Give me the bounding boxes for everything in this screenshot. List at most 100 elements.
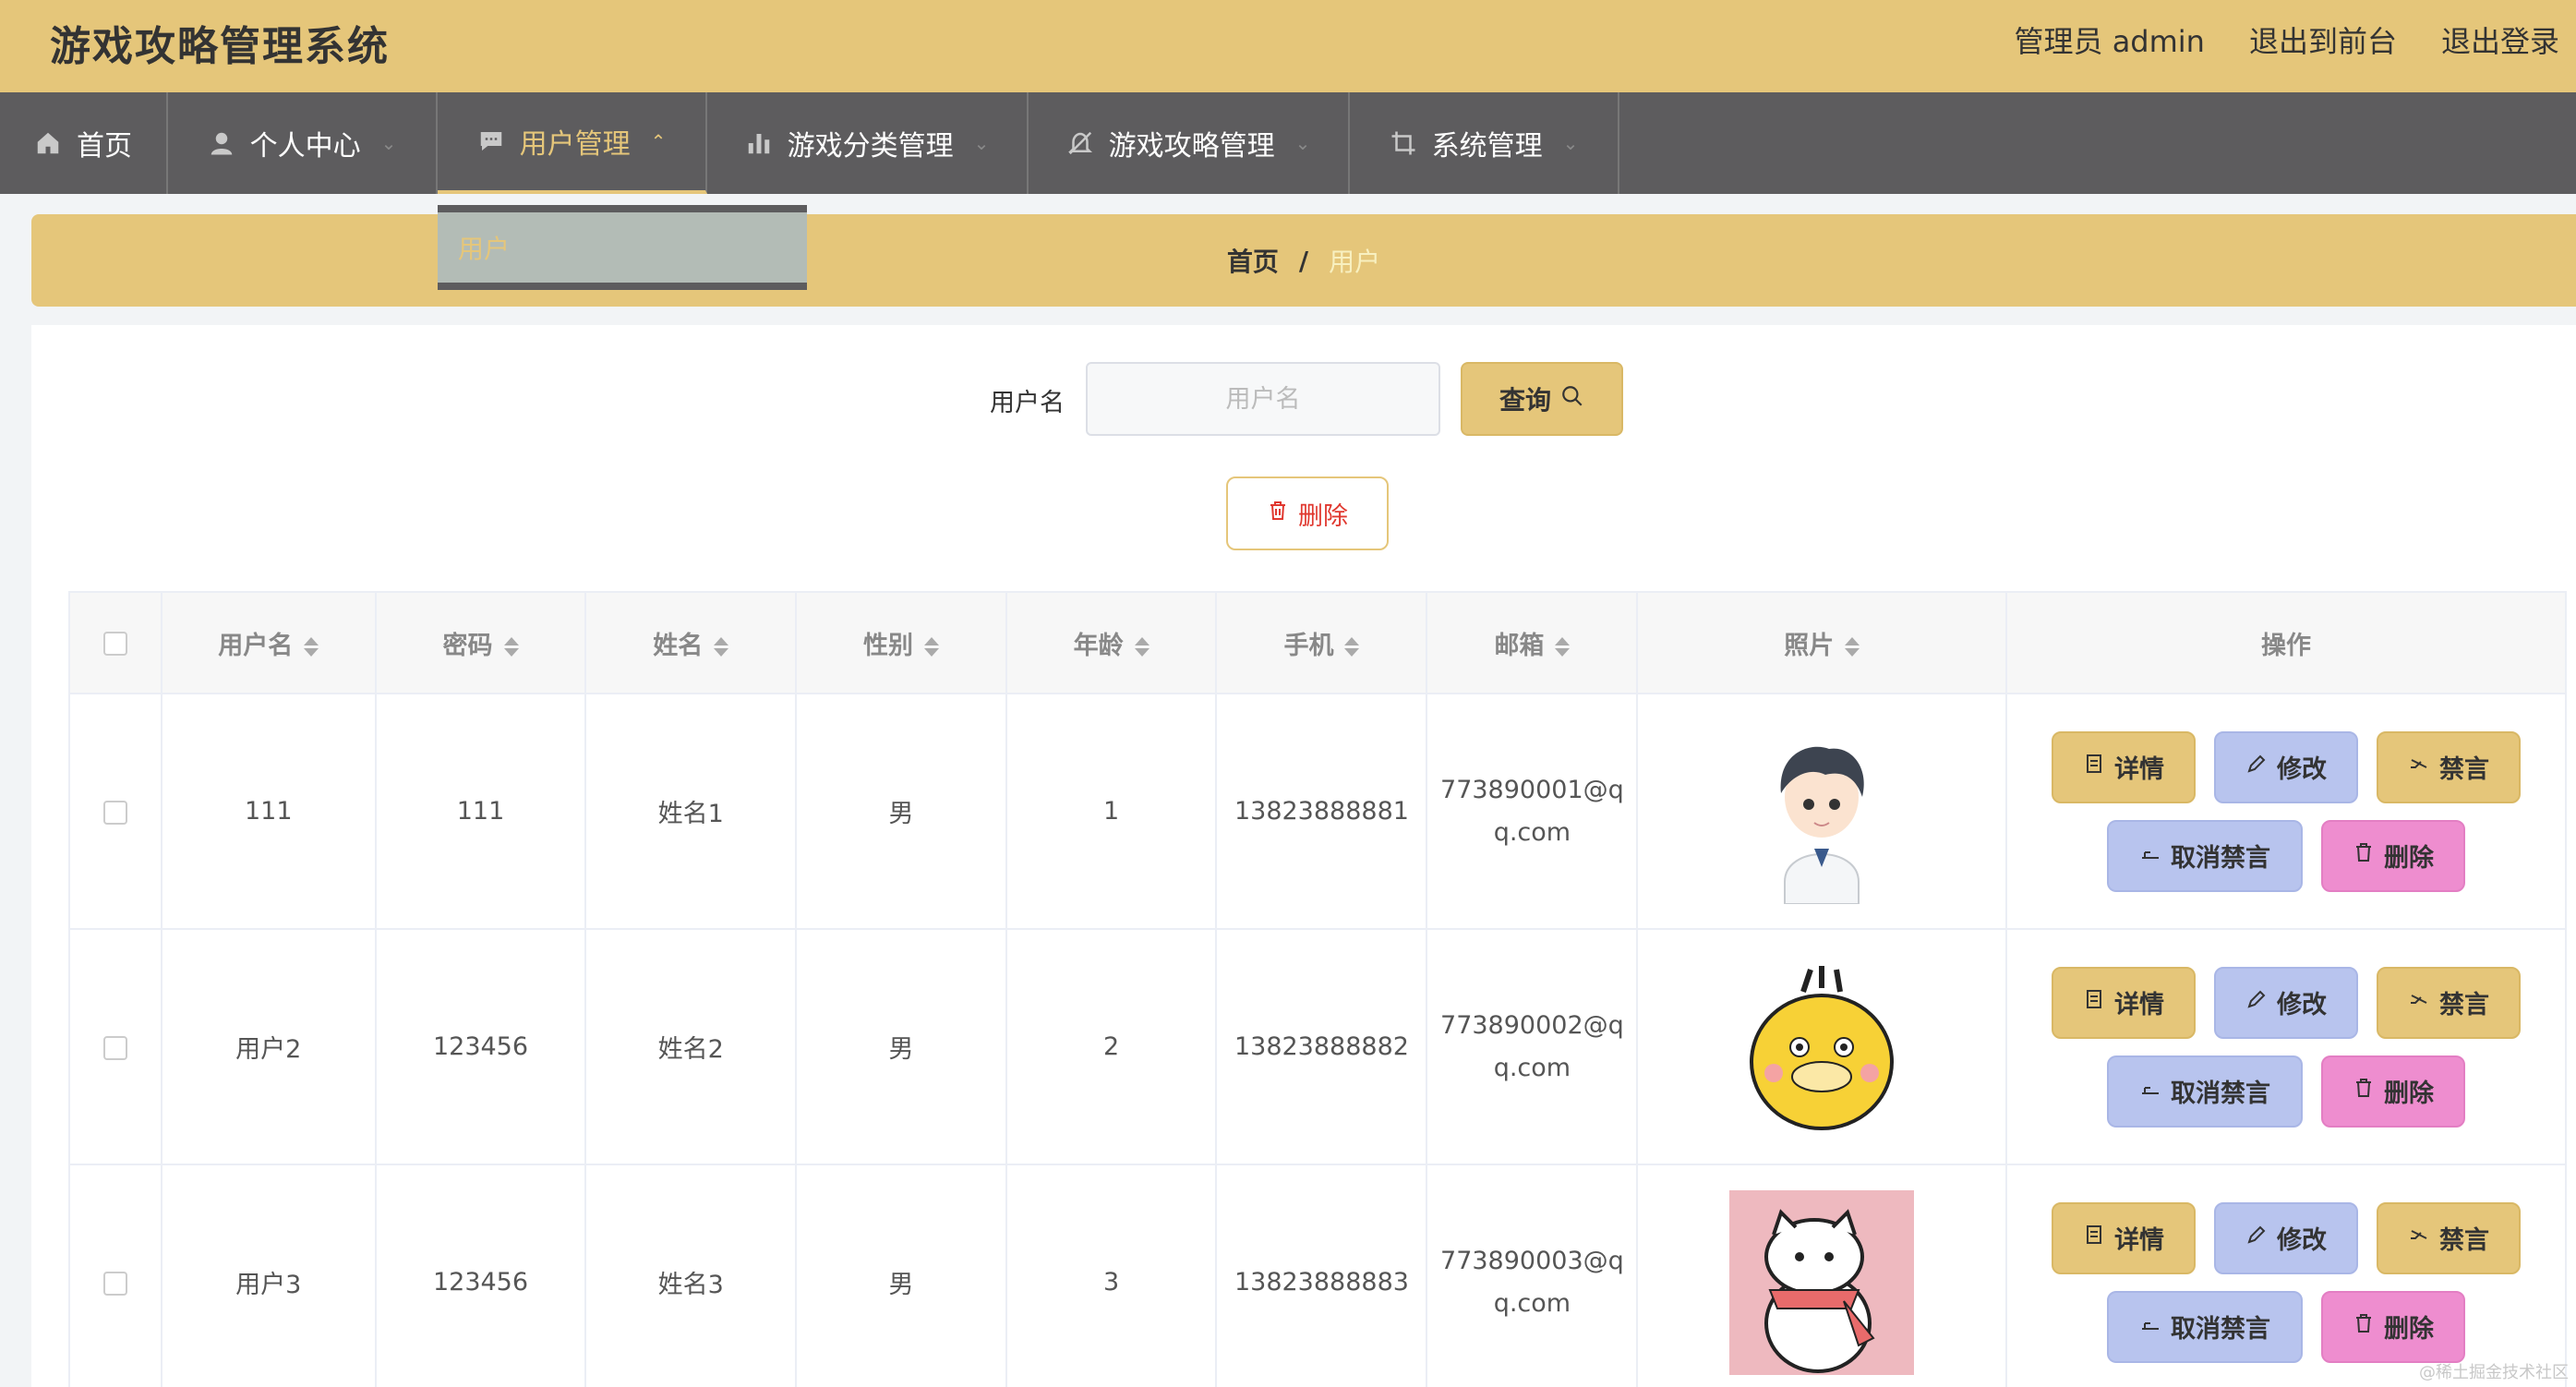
batch-delete-button[interactable]: 删除 xyxy=(1226,476,1389,550)
chevron-down-icon: ⌄ xyxy=(1562,132,1579,154)
dropdown-item-users[interactable]: 用户 xyxy=(438,212,807,283)
search-label: 用户名 xyxy=(990,389,1065,417)
chevron-down-icon: ⌄ xyxy=(380,132,397,154)
main-nav: 首页 个人中心 ⌄ 用户管理 ⌃ 游戏分类管理 ⌄ 游戏攻略管理 ⌄ 系统管理 … xyxy=(0,92,2576,194)
cell-email: 773890003@qq.com xyxy=(1426,1164,1639,1387)
column-header-age[interactable]: 年龄 xyxy=(1005,591,1218,694)
sort-icon[interactable] xyxy=(1134,634,1150,659)
cell-actions: 详情 修改 禁言 取消禁言 删除 xyxy=(2005,693,2567,930)
cell-actions: 详情 修改 禁言 取消禁言 删除 xyxy=(2005,1164,2567,1387)
cell-phone: 13823888883 xyxy=(1215,1164,1428,1387)
cell-actions: 详情 修改 禁言 取消禁言 删除 xyxy=(2005,928,2567,1165)
chevron-down-icon: ⌄ xyxy=(973,132,990,154)
column-header-name[interactable]: 姓名 xyxy=(584,591,798,694)
delete-button[interactable]: 删除 xyxy=(2321,1290,2466,1363)
sort-icon[interactable] xyxy=(1555,634,1571,659)
sort-icon[interactable] xyxy=(923,634,939,659)
ban-button[interactable]: 禁言 xyxy=(2377,730,2522,803)
cell-phone: 13823888881 xyxy=(1215,693,1428,930)
cell-gender: 男 xyxy=(795,1164,1007,1387)
watermark: @稀土掘金技术社区 xyxy=(2419,1363,2569,1382)
batch-delete-label: 删除 xyxy=(1298,501,1348,531)
sort-icon[interactable] xyxy=(714,634,729,659)
trash-icon xyxy=(2353,1077,2375,1105)
cell-gender: 男 xyxy=(795,693,1007,930)
edit-button[interactable]: 修改 xyxy=(2214,1201,2359,1274)
row-checkbox[interactable] xyxy=(102,1035,127,1060)
cell-password: 111 xyxy=(374,693,587,930)
cell-phone: 13823888882 xyxy=(1215,928,1428,1165)
column-header-email[interactable]: 邮箱 xyxy=(1426,591,1639,694)
ban-button[interactable]: 禁言 xyxy=(2377,966,2522,1039)
delete-button[interactable]: 删除 xyxy=(2321,819,2466,892)
nav-label-game-category: 游戏分类管理 xyxy=(787,130,954,163)
breadcrumb-current: 用户 xyxy=(1329,247,1381,277)
user-management-dropdown: 用户 xyxy=(438,205,807,290)
home-icon xyxy=(34,129,62,157)
cell-name: 姓名1 xyxy=(584,693,798,930)
sort-icon[interactable] xyxy=(304,634,319,659)
cell-photo xyxy=(1636,1164,2008,1387)
edit-button[interactable]: 修改 xyxy=(2214,730,2359,803)
search-icon xyxy=(1560,384,1584,415)
logout-link[interactable]: 退出登录 xyxy=(2441,18,2559,61)
column-header-actions: 操作 xyxy=(2005,591,2567,694)
nav-label-profile: 个人中心 xyxy=(249,130,361,163)
pencil-icon xyxy=(2245,988,2268,1017)
column-header-password[interactable]: 密码 xyxy=(374,591,587,694)
column-header-photo[interactable]: 照片 xyxy=(1636,591,2008,694)
search-row: 用户名 查询 xyxy=(31,325,2576,436)
nav-item-home[interactable]: 首页 xyxy=(0,92,168,194)
back-to-front-link[interactable]: 退出到前台 xyxy=(2249,18,2397,61)
detail-button[interactable]: 详情 xyxy=(2052,730,2197,803)
admin-label: 管理员 admin xyxy=(2014,24,2205,59)
table-row: 用户2 123456 姓名2 男 2 13823888882 773890002… xyxy=(68,928,2567,1165)
nav-label-system: 系统管理 xyxy=(1431,130,1543,163)
detail-button[interactable]: 详情 xyxy=(2052,1201,2197,1274)
sort-icon[interactable] xyxy=(1845,634,1860,659)
cat-avatar-image xyxy=(1729,1189,1915,1375)
cell-photo xyxy=(1636,693,2008,930)
mute-icon xyxy=(2408,988,2430,1017)
cell-password: 123456 xyxy=(374,1164,587,1387)
ban-button[interactable]: 禁言 xyxy=(2377,1201,2522,1274)
mute-icon xyxy=(2408,1224,2430,1252)
trash-icon xyxy=(2353,841,2375,870)
nav-item-user-management[interactable]: 用户管理 ⌃ xyxy=(438,92,707,194)
breadcrumb-home[interactable]: 首页 xyxy=(1227,242,1279,279)
detail-button[interactable]: 详情 xyxy=(2052,966,2197,1039)
trash-icon xyxy=(2353,1312,2375,1341)
cell-email: 773890001@qq.com xyxy=(1426,693,1639,930)
unban-button[interactable]: 取消禁言 xyxy=(2107,1290,2304,1363)
document-icon xyxy=(2083,988,2105,1017)
chevron-up-icon: ⌃ xyxy=(650,130,667,152)
column-header-phone[interactable]: 手机 xyxy=(1215,591,1428,694)
app-title: 游戏攻略管理系统 xyxy=(50,23,390,70)
edit-button[interactable]: 修改 xyxy=(2214,966,2359,1039)
unban-button[interactable]: 取消禁言 xyxy=(2107,819,2304,892)
column-header-gender[interactable]: 性别 xyxy=(795,591,1007,694)
nav-item-game-category[interactable]: 游戏分类管理 ⌄ xyxy=(707,92,1029,194)
column-header-username[interactable]: 用户名 xyxy=(160,591,377,694)
sort-icon[interactable] xyxy=(1344,634,1360,659)
select-all-checkbox[interactable] xyxy=(102,632,127,656)
username-search-input[interactable] xyxy=(1086,362,1440,436)
header-actions: 管理员 admin 退出到前台 退出登录 xyxy=(2015,18,2559,61)
breadcrumb: 首页 / 用户 xyxy=(31,214,2576,307)
nav-item-game-guide[interactable]: 游戏攻略管理 ⌄ xyxy=(1029,92,1350,194)
sort-icon[interactable] xyxy=(503,634,519,659)
delete-button[interactable]: 删除 xyxy=(2321,1055,2466,1128)
unban-button[interactable]: 取消禁言 xyxy=(2107,1055,2304,1128)
user-icon xyxy=(208,129,235,157)
cell-password: 123456 xyxy=(374,928,587,1165)
nav-label-user-management: 用户管理 xyxy=(519,128,631,161)
crop-icon xyxy=(1390,129,1417,157)
row-checkbox[interactable] xyxy=(102,800,127,825)
row-checkbox[interactable] xyxy=(102,1271,127,1296)
document-icon xyxy=(2083,1224,2105,1252)
nav-item-system[interactable]: 系统管理 ⌄ xyxy=(1350,92,1619,194)
duck-avatar-image xyxy=(1729,954,1915,1140)
nav-item-profile[interactable]: 个人中心 ⌄ xyxy=(168,92,438,194)
search-button[interactable]: 查询 xyxy=(1461,362,1623,436)
cell-username: 用户2 xyxy=(160,928,377,1165)
